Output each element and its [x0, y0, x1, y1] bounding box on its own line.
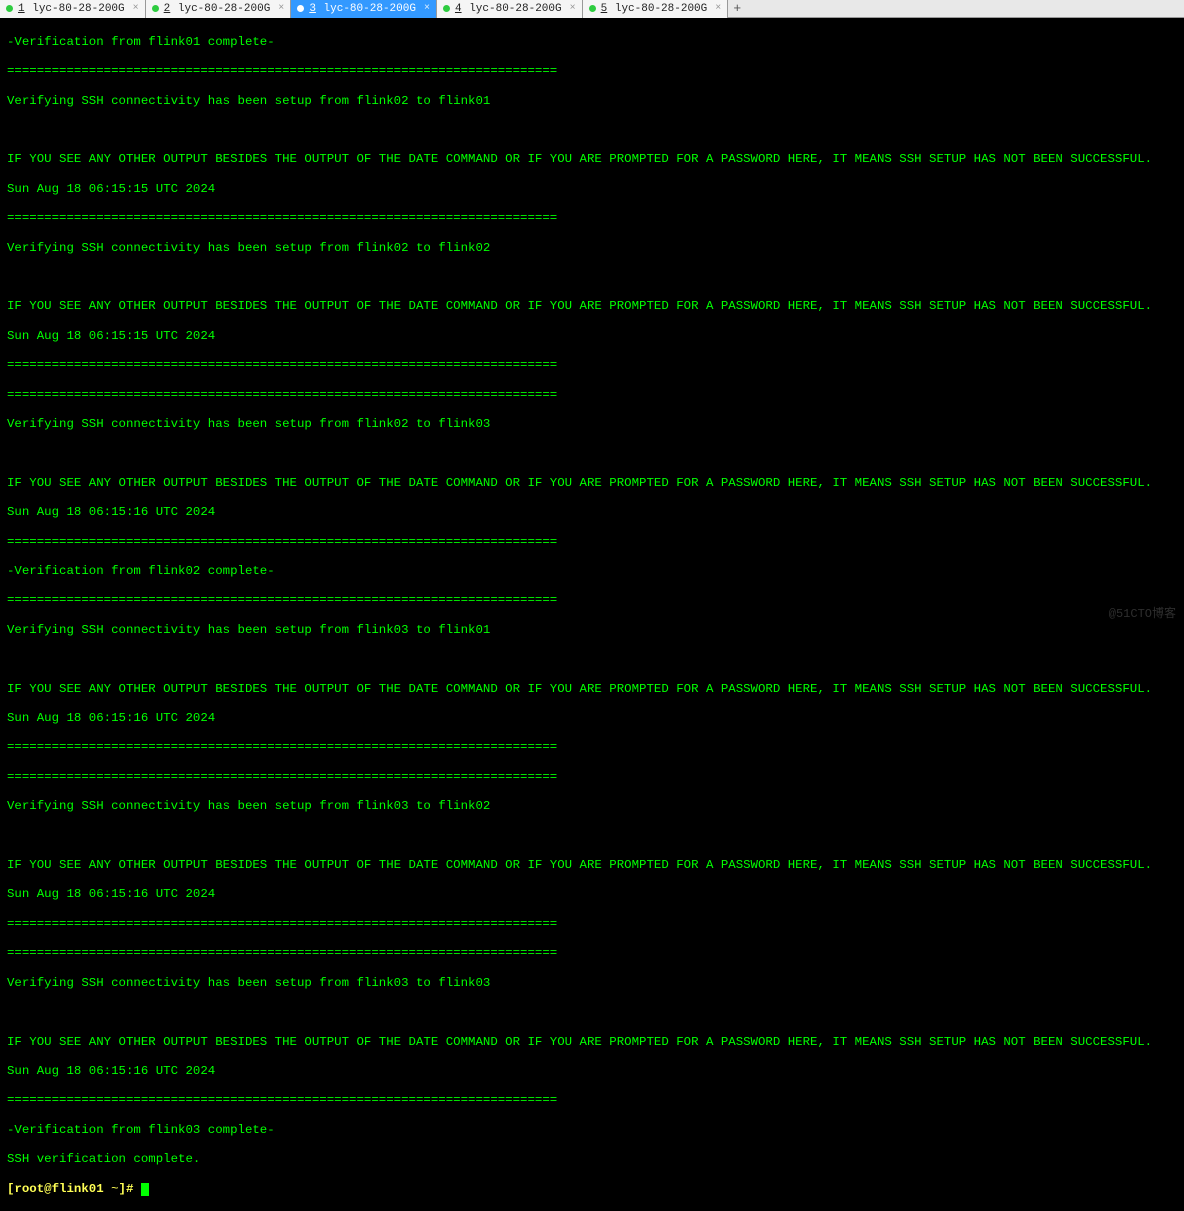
- verification-complete: -Verification from flink01 complete-: [7, 35, 1177, 50]
- warn-line: IF YOU SEE ANY OTHER OUTPUT BESIDES THE …: [7, 1035, 1177, 1050]
- close-icon[interactable]: ×: [570, 3, 576, 14]
- close-icon[interactable]: ×: [424, 3, 430, 14]
- watermark: @51CTO博客: [1109, 604, 1176, 621]
- verify-line: Verifying SSH connectivity has been setu…: [7, 976, 1177, 991]
- tab-1[interactable]: 1 lyc-80-28-200G×: [0, 0, 146, 18]
- verify-line: Verifying SSH connectivity has been setu…: [7, 417, 1177, 432]
- divider: ========================================…: [7, 535, 1177, 550]
- timestamp: Sun Aug 18 06:15:15 UTC 2024: [7, 329, 1177, 344]
- divider: ========================================…: [7, 64, 1177, 79]
- divider: ========================================…: [7, 740, 1177, 755]
- verification-complete: -Verification from flink03 complete-: [7, 1123, 1177, 1138]
- warn-line: IF YOU SEE ANY OTHER OUTPUT BESIDES THE …: [7, 299, 1177, 314]
- timestamp: Sun Aug 18 06:15:16 UTC 2024: [7, 711, 1177, 726]
- status-dot-icon: [6, 5, 13, 12]
- divider: ========================================…: [7, 358, 1177, 373]
- warn-line: IF YOU SEE ANY OTHER OUTPUT BESIDES THE …: [7, 682, 1177, 697]
- new-tab-button[interactable]: +: [728, 0, 746, 18]
- close-icon[interactable]: ×: [715, 3, 721, 14]
- tab-2[interactable]: 2 lyc-80-28-200G×: [146, 0, 292, 18]
- timestamp: Sun Aug 18 06:15:15 UTC 2024: [7, 182, 1177, 197]
- divider: ========================================…: [7, 946, 1177, 961]
- status-dot-icon: [443, 5, 450, 12]
- close-icon[interactable]: ×: [133, 3, 139, 14]
- tab-4[interactable]: 4 lyc-80-28-200G×: [437, 0, 583, 18]
- ssh-complete: SSH verification complete.: [7, 1152, 1177, 1167]
- prompt-user: root@flink01: [14, 1182, 103, 1196]
- timestamp: Sun Aug 18 06:15:16 UTC 2024: [7, 887, 1177, 902]
- status-dot-icon: [297, 5, 304, 12]
- divider: ========================================…: [7, 1093, 1177, 1108]
- verify-line: Verifying SSH connectivity has been setu…: [7, 94, 1177, 109]
- timestamp: Sun Aug 18 06:15:16 UTC 2024: [7, 1064, 1177, 1079]
- divider: ========================================…: [7, 593, 1177, 608]
- tab-3[interactable]: 3 lyc-80-28-200G×: [291, 0, 437, 18]
- divider: ========================================…: [7, 388, 1177, 403]
- close-icon[interactable]: ×: [278, 3, 284, 14]
- status-dot-icon: [589, 5, 596, 12]
- verify-line: Verifying SSH connectivity has been setu…: [7, 241, 1177, 256]
- terminal-output[interactable]: -Verification from flink01 complete- ===…: [0, 18, 1184, 1211]
- verify-line: Verifying SSH connectivity has been setu…: [7, 799, 1177, 814]
- divider: ========================================…: [7, 770, 1177, 785]
- prompt-line[interactable]: [root@flink01 ~]#: [7, 1182, 1177, 1197]
- timestamp: Sun Aug 18 06:15:16 UTC 2024: [7, 505, 1177, 520]
- verification-complete: -Verification from flink02 complete-: [7, 564, 1177, 579]
- warn-line: IF YOU SEE ANY OTHER OUTPUT BESIDES THE …: [7, 858, 1177, 873]
- divider: ========================================…: [7, 211, 1177, 226]
- warn-line: IF YOU SEE ANY OTHER OUTPUT BESIDES THE …: [7, 152, 1177, 167]
- divider: ========================================…: [7, 917, 1177, 932]
- cursor-icon: [141, 1183, 149, 1196]
- tab-bar: 1 lyc-80-28-200G× 2 lyc-80-28-200G× 3 ly…: [0, 0, 1184, 18]
- prompt-path: ~: [104, 1182, 119, 1196]
- status-dot-icon: [152, 5, 159, 12]
- warn-line: IF YOU SEE ANY OTHER OUTPUT BESIDES THE …: [7, 476, 1177, 491]
- verify-line: Verifying SSH connectivity has been setu…: [7, 623, 1177, 638]
- tab-5[interactable]: 5 lyc-80-28-200G×: [583, 0, 729, 18]
